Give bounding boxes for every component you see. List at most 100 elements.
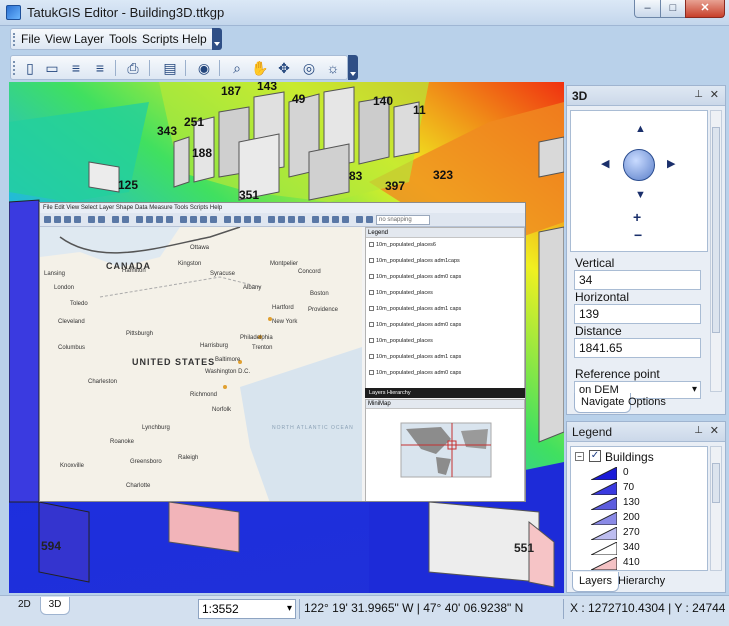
new-file-icon[interactable]: ▯: [21, 59, 39, 77]
collapse-icon[interactable]: −: [575, 452, 584, 461]
legend-tabs: Layers Hierarchy: [566, 572, 726, 592]
main-toolbar: ▯ ▭ ≡ ≡ ⎙ ▤ ◉ ⌕ ✋ ✥ ◎ ☼: [10, 55, 348, 80]
building-label: 323: [433, 168, 454, 182]
legend-swatch: [591, 557, 617, 570]
print-icon[interactable]: ⎙: [124, 59, 142, 77]
menu-overflow-button[interactable]: [212, 28, 222, 50]
open-folder-icon[interactable]: ▭: [43, 59, 61, 77]
zoom-icon[interactable]: ⌕: [228, 59, 246, 77]
nav-up-arrow-icon[interactable]: ▲: [635, 123, 646, 135]
vertical-input[interactable]: 34: [574, 270, 701, 290]
building-label: 397: [385, 179, 406, 193]
building-label: 551: [514, 541, 535, 555]
status-separator: [563, 599, 564, 619]
building-label: 49: [292, 92, 306, 106]
inset-legend-row: 10m_populated_places adm1caps: [369, 258, 460, 264]
building-block: [538, 226, 564, 443]
move-icon[interactable]: ✥: [275, 59, 293, 77]
legend-swatch: [591, 542, 617, 555]
scrollbar-thumb[interactable]: [712, 463, 720, 503]
tab-3d[interactable]: 3D: [40, 597, 70, 615]
inset-city-label: Roanoke: [110, 439, 135, 445]
inset-legend-row: 10m_populated_places adm1 caps: [369, 354, 461, 360]
horizontal-input[interactable]: 139: [574, 304, 701, 324]
layer-visibility-checkbox[interactable]: ✓: [589, 450, 601, 462]
toolbar-overflow-button[interactable]: [348, 55, 358, 80]
tab-hierarchy[interactable]: Hierarchy: [612, 572, 671, 592]
layer-name[interactable]: Buildings: [605, 450, 654, 464]
building-label: 351: [239, 188, 260, 202]
tab-2d[interactable]: 2D: [18, 597, 31, 615]
maximize-button[interactable]: □: [660, 0, 686, 18]
tab-options[interactable]: Options: [622, 393, 672, 413]
eye-icon[interactable]: ◎: [300, 59, 318, 77]
embedded-editor-screenshot: File Edit View Select Layer Shape Data M…: [39, 202, 526, 502]
add-layer-icon[interactable]: ≡: [67, 59, 85, 77]
inset-city-label: Richmond: [190, 392, 218, 398]
nav-center-icon[interactable]: [623, 149, 655, 181]
toolbar-grip[interactable]: [13, 61, 16, 75]
legend-class-value: 410: [623, 557, 640, 568]
menu-file[interactable]: File: [21, 32, 40, 46]
building-block: [168, 501, 240, 553]
inset-minimap: MiniMap: [365, 399, 525, 501]
remove-layer-icon[interactable]: ≡: [91, 59, 109, 77]
close-icon[interactable]: ✕: [710, 424, 719, 437]
inset-city-label: Baltimore: [215, 357, 241, 363]
nav-left-arrow-icon[interactable]: ◀: [601, 157, 609, 170]
inset-city-label: Kingston: [178, 261, 202, 267]
inset-city-label: Trenton: [252, 345, 273, 351]
building-block: [173, 136, 190, 188]
menu-grip[interactable]: [13, 33, 16, 46]
legend-class-row: 410: [591, 556, 701, 570]
inset-city-label: Toledo: [70, 301, 88, 307]
minimize-button[interactable]: –: [634, 0, 661, 18]
map-3d-view[interactable]: 187 143 49 140 11 251 343 188 323 397 35…: [9, 82, 564, 593]
toolbar-separator: [219, 60, 220, 76]
light-icon[interactable]: ☼: [324, 59, 342, 77]
nav-right-arrow-icon[interactable]: ▶: [667, 157, 675, 170]
legend-class-row: 70: [591, 481, 701, 496]
menu-layer[interactable]: Layer: [74, 32, 104, 46]
legend-class-row: 130: [591, 496, 701, 511]
building-block: [88, 161, 120, 193]
inset-city-label: Pittsburgh: [126, 331, 154, 337]
globe-icon[interactable]: ◉: [195, 59, 213, 77]
legend-swatch: [591, 512, 617, 525]
legend-scrollbar[interactable]: [710, 446, 722, 571]
scrollbar-thumb[interactable]: [712, 127, 720, 333]
inset-city-label: Norfolk: [212, 407, 232, 413]
building-block: [9, 199, 40, 503]
menu-help[interactable]: Help: [182, 32, 207, 46]
pan-hand-icon[interactable]: ✋: [251, 59, 269, 77]
inset-city-label: Greensboro: [130, 459, 162, 465]
close-icon[interactable]: ✕: [710, 88, 719, 101]
inset-city-label: Raleigh: [178, 455, 199, 461]
legend-class-value: 70: [623, 482, 635, 493]
menu-scripts[interactable]: Scripts: [142, 32, 179, 46]
inset-city-label: London: [54, 285, 75, 291]
horizontal-label: Horizontal: [575, 290, 630, 304]
toolbar-separator: [149, 60, 150, 76]
distance-input[interactable]: 1841.65: [574, 338, 701, 358]
inset-legend-row: 10m_populated_places adm0 caps: [369, 370, 461, 376]
status-bar: 2D 3D 1:3552 122° 19' 31.9965" W | 47° 4…: [0, 595, 729, 626]
inset-city-label: Lynchburg: [142, 425, 170, 431]
building-label: 594: [41, 539, 62, 553]
menu-view[interactable]: View: [45, 32, 71, 46]
close-button[interactable]: ✕: [685, 0, 725, 18]
navigation-control[interactable]: ▲ ◀ ▶ ▼ + −: [570, 110, 708, 252]
properties-icon[interactable]: ▤: [161, 59, 179, 77]
scale-select[interactable]: 1:3552: [198, 599, 296, 619]
legend-swatch: [591, 482, 617, 495]
panel-3d-scrollbar[interactable]: [710, 110, 722, 392]
nav-down-arrow-icon[interactable]: ▼: [635, 189, 646, 201]
pin-icon[interactable]: ⊥: [694, 425, 703, 436]
panel-3d: 3D ⊥ ✕ ▲ ◀ ▶ ▼ + − Vertical 34 Horizonta…: [566, 85, 726, 415]
pin-icon[interactable]: ⊥: [694, 89, 703, 100]
menu-tools[interactable]: Tools: [109, 32, 137, 46]
zoom-out-icon[interactable]: −: [634, 227, 642, 243]
zoom-in-icon[interactable]: +: [633, 209, 641, 225]
app-icon: [6, 5, 21, 20]
inset-legend-row: 10m_populated_places: [369, 338, 433, 344]
